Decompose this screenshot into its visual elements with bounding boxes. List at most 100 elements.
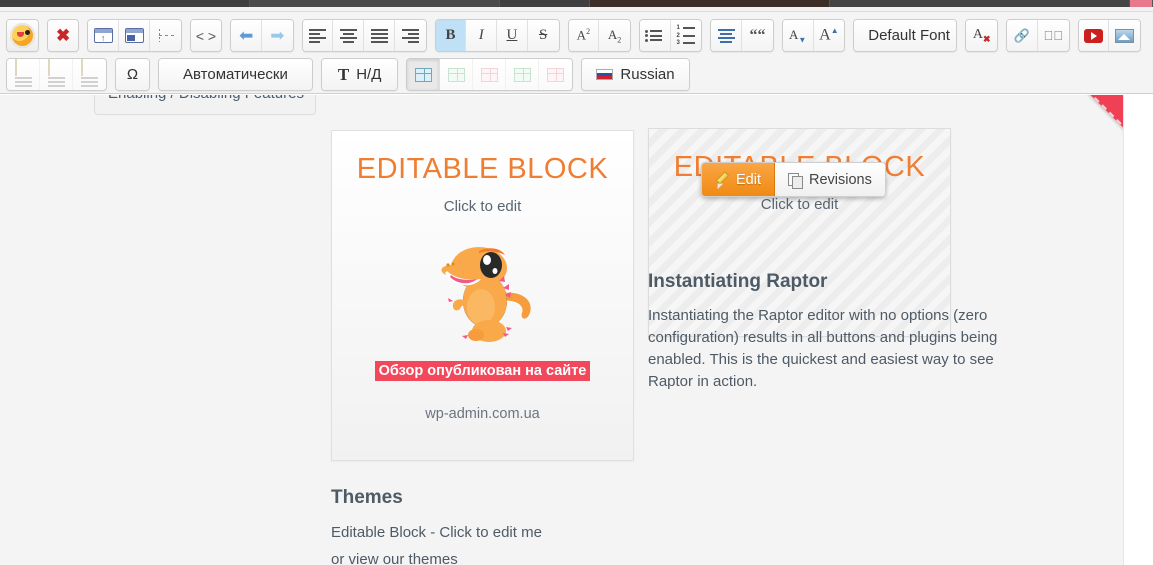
- unordered-list-button[interactable]: [639, 20, 671, 51]
- edit-button[interactable]: Edit: [702, 163, 775, 196]
- undo-icon[interactable]: ⬅: [231, 20, 263, 51]
- align-justify-glyph: [370, 27, 388, 45]
- toolbar-group-clearformat: A✖: [965, 19, 999, 52]
- row-delete-glyph: [480, 67, 498, 82]
- table-glyph: [414, 67, 432, 82]
- delete-row-button[interactable]: [473, 59, 507, 90]
- language-select[interactable]: Russian: [582, 59, 689, 90]
- strikethrough-button[interactable]: S: [527, 20, 559, 51]
- delete-column-button[interactable]: [539, 59, 573, 90]
- toolbar-group-tagmenu: T Н/Д: [320, 58, 399, 91]
- page-content: Enabling / Disabling Features EDITABLE B…: [0, 95, 1153, 565]
- editable-block-title: EDITABLE BLOCK: [356, 153, 609, 185]
- toolbar-group-fontfamily: Default Font: [853, 19, 958, 52]
- nav-clipped-item[interactable]: Enabling / Disabling Features: [94, 95, 316, 115]
- page-break-icon[interactable]: [149, 20, 181, 51]
- insert-column-button[interactable]: [506, 59, 540, 90]
- themes-heading: Themes: [331, 487, 403, 508]
- toolbar-group-cancel: ✖: [46, 19, 80, 52]
- themes-section[interactable]: Themes Editable Block - Click to edit me…: [331, 487, 731, 565]
- subscript-button[interactable]: A2: [599, 20, 630, 51]
- view-source-icon[interactable]: < >: [190, 20, 222, 51]
- align-center-icon[interactable]: [333, 20, 365, 51]
- font-family-select[interactable]: Default Font: [854, 20, 957, 51]
- raptor-mascot-image: [423, 235, 543, 350]
- article-body: Instantiating the Raptor editor with no …: [648, 307, 998, 390]
- superscript-button[interactable]: A2: [568, 20, 600, 51]
- line-height-glyph: [717, 27, 735, 45]
- cancel-icon[interactable]: ✖: [47, 20, 79, 51]
- toolbar-group-float: [6, 58, 107, 91]
- number-list-glyph: 1 2 3: [677, 24, 696, 48]
- themes-line-2: or view our themes: [331, 549, 731, 565]
- chrome-seg: [500, 0, 590, 7]
- toolbar-group-logo: [6, 19, 39, 52]
- page-right-margin: [1123, 95, 1153, 565]
- edit-button-label: Edit: [736, 171, 761, 188]
- pencil-icon: [715, 173, 729, 187]
- italic-button[interactable]: I: [466, 20, 498, 51]
- toolbar-group-fontsize: A▼ A▲: [781, 19, 846, 52]
- window-down-glyph: [124, 28, 144, 43]
- align-left-icon[interactable]: [302, 20, 334, 51]
- chrome-seg: [0, 0, 250, 7]
- float-left-glyph: [14, 59, 32, 89]
- underline-button[interactable]: U: [497, 20, 528, 51]
- article-section: Instantiating Raptor Instantiating the R…: [648, 271, 1040, 393]
- revisions-button[interactable]: Revisions: [775, 163, 885, 196]
- align-right-glyph: [401, 27, 419, 45]
- youtube-glyph: [1083, 28, 1103, 43]
- toolbar-group-source: < >: [189, 19, 223, 52]
- float-image-right-button[interactable]: [73, 59, 106, 90]
- chrome-seg: [1130, 0, 1153, 7]
- class-menu-select[interactable]: Автоматически: [159, 59, 312, 90]
- float-image-none-button[interactable]: [40, 59, 73, 90]
- toolbar-group-table: [406, 58, 574, 91]
- toolbar-group-format: B I U S: [434, 19, 560, 52]
- line-height-button[interactable]: [711, 20, 743, 51]
- align-justify-icon[interactable]: [364, 20, 395, 51]
- blockquote-button[interactable]: ““: [742, 20, 773, 51]
- toolbar-row-2: Ω Автоматически T Н/Д Russian: [4, 55, 1149, 94]
- float-image-left-button[interactable]: [7, 59, 40, 90]
- toolbar-group-dock: ↑: [87, 19, 182, 52]
- dock-to-screen-icon[interactable]: ↑: [88, 20, 120, 51]
- editable-block-left[interactable]: EDITABLE BLOCK Click to edit Обзор опубл…: [331, 130, 634, 461]
- editable-block-subtitle-right: Click to edit: [760, 196, 839, 213]
- block-action-toolbar: Edit Revisions: [701, 162, 886, 197]
- dock-to-element-icon[interactable]: [119, 20, 150, 51]
- toolbar-row-1: ✖ ↑ < > ⬅ ➡ B I U S A2 A2 1 2 3 ““ A▼ A▲…: [4, 16, 1149, 55]
- insert-row-button[interactable]: [440, 59, 474, 90]
- revisions-button-label: Revisions: [809, 171, 872, 188]
- window-up-glyph: ↑: [93, 28, 113, 43]
- themes-line-1: Editable Block - Click to edit me: [331, 524, 542, 541]
- page-inner: Enabling / Disabling Features EDITABLE B…: [0, 95, 1125, 565]
- tag-menu-select[interactable]: T Н/Д: [321, 59, 398, 90]
- highlighted-text-value: Обзор опубликован на сайте: [374, 361, 591, 381]
- float-none-glyph: [47, 59, 65, 89]
- unlink-button[interactable]: 🔗⃠: [1037, 20, 1069, 51]
- redo-icon[interactable]: ➡: [262, 20, 293, 51]
- toolbar-group-block: ““: [710, 19, 774, 52]
- toolbar-group-history: ⬅ ➡: [230, 19, 294, 52]
- insert-link-button[interactable]: 🔗: [1007, 20, 1038, 51]
- bold-button[interactable]: B: [435, 20, 467, 51]
- align-right-icon[interactable]: [394, 20, 426, 51]
- decrease-font-size-button[interactable]: A▼: [782, 20, 814, 51]
- insert-image-button[interactable]: [1109, 20, 1140, 51]
- ordered-list-button[interactable]: 1 2 3: [670, 20, 702, 51]
- raptor-logo-glyph: [9, 23, 35, 48]
- align-center-glyph: [339, 27, 357, 45]
- corner-ribbon[interactable]: [1053, 95, 1125, 167]
- special-character-button[interactable]: Ω: [116, 59, 149, 90]
- clear-formatting-button[interactable]: A✖: [966, 20, 998, 51]
- view-our-themes-link[interactable]: view our themes: [349, 551, 458, 565]
- row-add-glyph: [447, 67, 465, 82]
- highlighted-text: Обзор опубликован на сайте: [332, 361, 633, 381]
- insert-table-button[interactable]: [407, 59, 441, 90]
- embed-video-button[interactable]: [1078, 20, 1110, 51]
- page-break-glyph: [157, 29, 174, 42]
- chrome-seg: [250, 0, 500, 7]
- increase-font-size-button[interactable]: A▲: [813, 20, 845, 51]
- raptor-logo-icon[interactable]: [7, 20, 38, 51]
